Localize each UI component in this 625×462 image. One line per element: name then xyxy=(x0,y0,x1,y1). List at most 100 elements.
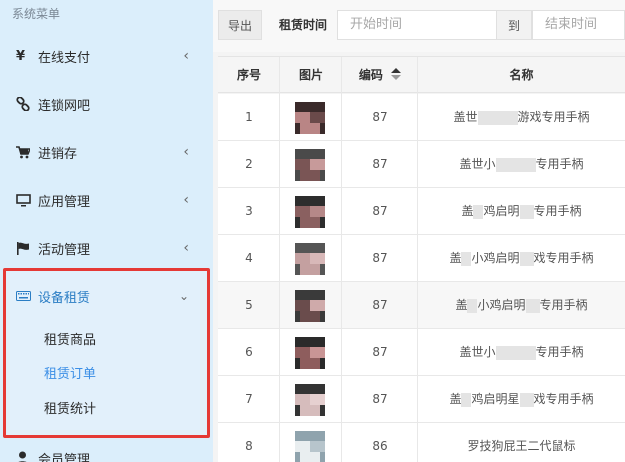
subitem-rental-stats[interactable]: 租赁统计 xyxy=(44,398,96,417)
sort-icon xyxy=(391,58,402,94)
cell-name-suffix: 戏专用手柄 xyxy=(533,251,594,265)
col-header-index: 序号 xyxy=(236,68,261,82)
cell-code: 86 xyxy=(372,439,388,453)
redacted-block xyxy=(519,251,534,266)
user-icon xyxy=(16,451,34,462)
chevron-left-icon: ‹ xyxy=(183,240,189,256)
cell-name-prefix: 盖世小 xyxy=(459,345,496,359)
cell-name: 盖鸡启明 专用手柄 xyxy=(418,188,625,235)
column-divider xyxy=(279,57,280,462)
redacted-block xyxy=(525,298,540,313)
export-button[interactable]: 导出 xyxy=(218,10,262,40)
sidebar-item-label: 会员管理 xyxy=(38,452,91,462)
product-thumbnail xyxy=(295,337,325,369)
sidebar-item-member-management[interactable]: 会员管理 xyxy=(0,434,213,462)
redacted-block xyxy=(495,157,536,172)
product-thumbnail xyxy=(295,290,325,322)
redacted-block xyxy=(467,298,478,313)
cell-name: 盖小鸡启明 戏专用手柄 xyxy=(418,235,625,282)
cell-code: 87 xyxy=(372,110,388,124)
cell-index: 7 xyxy=(245,392,253,406)
col-header-name: 名称 xyxy=(509,68,534,82)
sidebar-item-chain-cafe[interactable]: 连锁网吧 xyxy=(0,80,213,128)
redacted-block xyxy=(495,345,536,360)
cell-name-suffix: 专用手柄 xyxy=(535,157,584,171)
orders-table: 序号 图片 编码 名称 1 87 盖世 游戏专用手柄 2 87 盖世小 专用手柄 3 87 盖鸡启明… xyxy=(218,56,625,462)
rent-time-label: 租赁时间 xyxy=(279,18,328,32)
main-content: 导出 租赁时间 开始时间 到 结束时间 序号 图片 编码 名称 1 87 盖世 游戏专… xyxy=(213,0,625,462)
cell-name-prefix: 盖世 xyxy=(453,110,478,124)
keyboard-icon xyxy=(16,291,34,301)
cell-name-suffix: 专用手柄 xyxy=(533,204,582,218)
subitem-rental-goods[interactable]: 租赁商品 xyxy=(44,329,96,348)
cell-name-prefix: 盖 xyxy=(455,298,468,312)
redacted-block xyxy=(519,392,534,407)
cell-name-mid: 小鸡启明 xyxy=(477,298,526,312)
col-header-image: 图片 xyxy=(298,68,323,82)
redacted-block xyxy=(477,110,518,125)
chevron-left-icon: ‹ xyxy=(183,144,189,160)
sidebar-item-device-rental[interactable]: 设备租赁 ⌄ xyxy=(0,272,213,320)
cell-name: 罗技狗屁王二代鼠标 xyxy=(418,423,625,462)
cell-name-suffix: 戏专用手柄 xyxy=(533,392,594,406)
product-thumbnail xyxy=(295,196,325,228)
cell-name-prefix: 盖世小 xyxy=(459,157,496,171)
filter-toolbar: 导出 租赁时间 开始时间 到 结束时间 xyxy=(213,0,625,52)
cell-index: 5 xyxy=(245,298,253,312)
monitor-icon xyxy=(16,193,34,207)
cell-code: 87 xyxy=(372,298,388,312)
cell-code: 87 xyxy=(372,345,388,359)
cell-name-prefix: 盖 xyxy=(449,251,462,265)
col-header-code[interactable]: 编码 xyxy=(342,57,418,93)
column-divider xyxy=(417,57,418,462)
cell-index: 6 xyxy=(245,345,253,359)
sidebar-item-activity-management[interactable]: 活动管理 ‹ xyxy=(0,224,213,272)
chevron-left-icon: ‹ xyxy=(183,192,189,208)
link-icon xyxy=(16,97,34,111)
cell-code: 87 xyxy=(372,392,388,406)
sidebar-item-label: 连锁网吧 xyxy=(38,98,91,114)
sidebar-item-online-pay[interactable]: ¥ 在线支付 ‹ xyxy=(0,32,213,80)
cell-index: 2 xyxy=(245,157,253,171)
redacted-block xyxy=(461,251,472,266)
chevron-left-icon: ‹ xyxy=(183,48,189,64)
product-thumbnail xyxy=(295,149,325,181)
cell-index: 4 xyxy=(245,251,253,265)
cell-name-mid: 鸡启明 xyxy=(483,204,520,218)
cart-icon xyxy=(16,145,34,159)
column-divider xyxy=(341,57,342,462)
cell-name-suffix: 专用手柄 xyxy=(539,298,588,312)
cell-name-prefix: 盖 xyxy=(449,392,462,406)
product-thumbnail xyxy=(295,384,325,416)
cell-code: 87 xyxy=(372,157,388,171)
cell-index: 8 xyxy=(245,439,253,453)
cell-name-mid: 鸡启明星 xyxy=(471,392,520,406)
sidebar-item-app-management[interactable]: 应用管理 ‹ xyxy=(0,176,213,224)
cell-name-mid: 小鸡启明 xyxy=(471,251,520,265)
cell-name: 盖世 游戏专用手柄 xyxy=(418,94,625,141)
cell-name: 盖小鸡启明 专用手柄 xyxy=(418,282,625,329)
product-thumbnail xyxy=(295,102,325,134)
sidebar-item-inventory[interactable]: 进销存 ‹ xyxy=(0,128,213,176)
product-thumbnail xyxy=(295,243,325,275)
sidebar: 系统菜单 ¥ 在线支付 ‹ 连锁网吧 进销存 ‹ 应用管理 ‹ 活动管理 ‹ 设… xyxy=(0,0,213,462)
start-time-input[interactable]: 开始时间 xyxy=(337,10,497,40)
to-label: 到 xyxy=(496,10,532,40)
cell-name-suffix: 游戏专用手柄 xyxy=(517,110,590,124)
cell-code: 87 xyxy=(372,204,388,218)
cell-index: 1 xyxy=(245,110,253,124)
cell-name: 盖鸡启明星 戏专用手柄 xyxy=(418,376,625,423)
cell-name: 盖世小 专用手柄 xyxy=(418,329,625,376)
cell-name-suffix: 专用手柄 xyxy=(535,345,584,359)
col-header-code-label: 编码 xyxy=(358,68,383,82)
redacted-block xyxy=(461,392,472,407)
yen-icon: ¥ xyxy=(16,48,26,64)
flag-icon xyxy=(16,241,34,255)
end-time-input[interactable]: 结束时间 xyxy=(532,10,625,40)
cell-name-prefix: 盖 xyxy=(461,204,474,218)
chevron-down-icon: ⌄ xyxy=(178,289,189,303)
subitem-rental-orders[interactable]: 租赁订单 xyxy=(44,363,96,382)
cell-name-prefix: 罗技狗屁王二代鼠标 xyxy=(467,439,576,453)
product-thumbnail xyxy=(295,431,325,462)
redacted-block xyxy=(473,204,484,219)
